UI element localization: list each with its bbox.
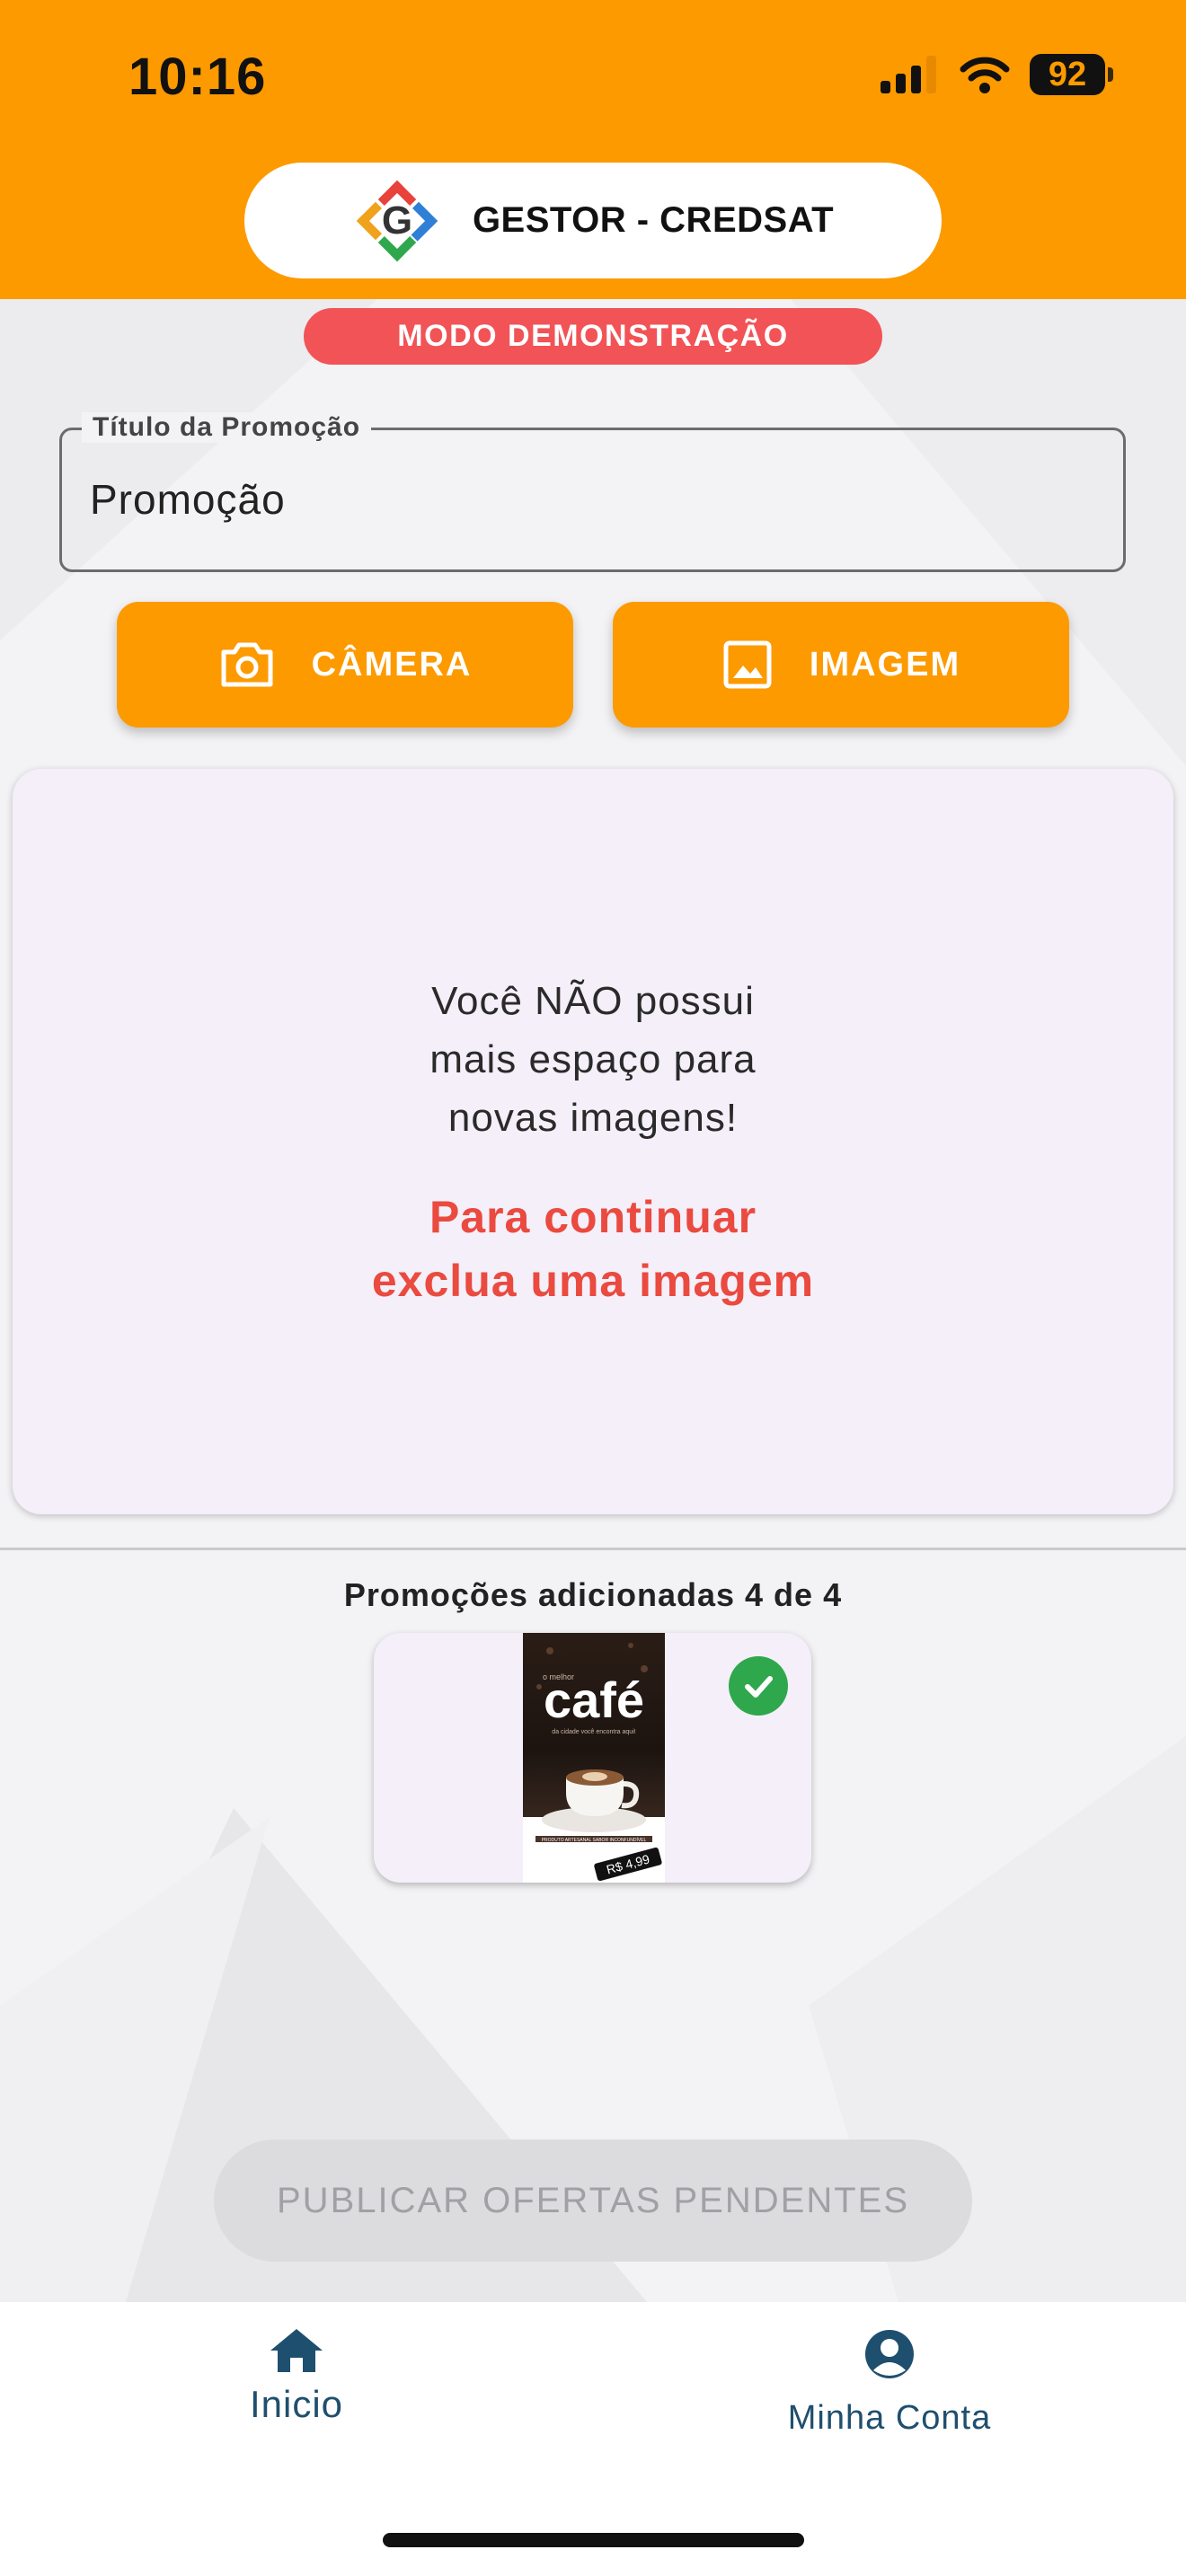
home-indicator xyxy=(383,2533,804,2547)
camera-button-label: CÂMERA xyxy=(311,645,473,684)
cellular-signal-icon xyxy=(881,56,936,93)
nav-account-label: Minha Conta xyxy=(787,2399,992,2437)
battery-indicator: 92 xyxy=(1030,54,1113,95)
promotion-title-field[interactable]: Título da Promoção xyxy=(59,412,1126,572)
brand-pill: G GESTOR - CREDSAT xyxy=(244,163,942,278)
image-button-label: IMAGEM xyxy=(809,645,961,684)
brand-logo-icon: G xyxy=(356,180,438,261)
selected-check-icon xyxy=(729,1656,788,1716)
camera-button[interactable]: CÂMERA xyxy=(117,602,573,728)
delete-warning-line: Para continuar xyxy=(429,1192,757,1242)
delete-image-warning: Para continuar exclua uma imagem xyxy=(13,1186,1173,1313)
delete-warning-line: exclua uma imagem xyxy=(371,1256,815,1306)
wifi-icon xyxy=(960,57,1010,93)
no-space-line: novas imagens! xyxy=(447,1096,739,1140)
nav-item-home[interactable]: Inicio xyxy=(207,2327,386,2426)
home-icon xyxy=(270,2329,323,2372)
coffee-poster-image: o melhor café da cidade você encontra aq… xyxy=(523,1633,665,1883)
poster-title: café xyxy=(544,1672,644,1728)
camera-icon xyxy=(221,642,273,687)
app-header: 10:16 92 G GESTOR - CREDSAT xyxy=(0,0,1186,299)
poster-tagline: da cidade você encontra aqui! xyxy=(552,1729,635,1735)
nav-item-account[interactable]: Minha Conta xyxy=(755,2327,1024,2438)
section-divider xyxy=(0,1548,1186,1550)
demo-mode-badge: MODO DEMONSTRAÇÃO xyxy=(304,308,882,365)
status-time: 10:16 xyxy=(128,48,267,106)
no-space-line: Você NÃO possui xyxy=(431,979,755,1023)
brand-logo-letter: G xyxy=(382,198,412,243)
brand-title: GESTOR - CREDSAT xyxy=(472,200,835,240)
promotion-title-label: Título da Promoção xyxy=(82,412,372,443)
publish-pending-offers-button[interactable]: PUBLICAR OFERTAS PENDENTES xyxy=(214,2139,972,2262)
image-limit-card: Você NÃO possui mais espaço para novas i… xyxy=(13,769,1173,1514)
status-icons: 92 xyxy=(881,54,1113,95)
promotions-count-label: Promoções adicionadas 4 de 4 xyxy=(343,1576,843,1613)
account-circle-icon xyxy=(865,2330,914,2378)
promotion-thumbnail[interactable]: o melhor café da cidade você encontra aq… xyxy=(374,1633,811,1883)
promotion-title-input[interactable] xyxy=(90,475,1078,524)
no-space-message: Você NÃO possui mais espaço para novas i… xyxy=(13,972,1173,1147)
image-icon xyxy=(723,640,772,689)
nav-home-label: Inicio xyxy=(249,2383,344,2425)
no-space-line: mais espaço para xyxy=(429,1037,757,1081)
poster-band: PRODUTO ARTESANAL SABOR INCONFUNDÍVEL xyxy=(542,1837,647,1843)
image-button[interactable]: IMAGEM xyxy=(613,602,1069,728)
